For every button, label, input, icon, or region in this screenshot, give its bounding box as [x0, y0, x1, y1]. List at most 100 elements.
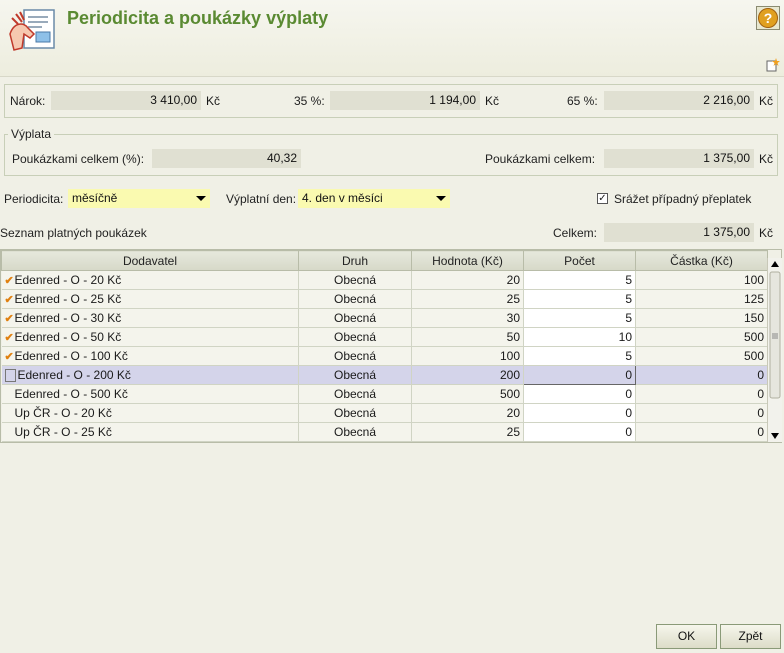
back-button[interactable]: Zpět: [720, 624, 781, 649]
column-header-hodnota[interactable]: Hodnota (Kč): [411, 250, 524, 271]
vyplata-legend: Výplata: [8, 127, 55, 141]
narok-value: 3 410,00: [51, 91, 201, 110]
cell-druh: Obecná: [298, 403, 412, 423]
cell-dodavatel: ✔Edenred - O - 100 Kč: [1, 346, 299, 366]
dodavatel-text: Edenred - O - 30 Kč: [14, 311, 122, 325]
cell-dodavatel: ✔Edenred - O - 30 Kč: [1, 308, 299, 328]
cell-castka: 0: [635, 422, 768, 442]
cell-hodnota: 500: [411, 384, 524, 404]
check-icon: ✔: [4, 332, 14, 344]
cell-hodnota: 200: [411, 365, 524, 385]
cell-castka: 125: [635, 289, 768, 309]
chevron-down-icon: [196, 196, 206, 201]
periodicita-select[interactable]: měsíčně: [68, 189, 210, 208]
cell-castka: 500: [635, 327, 768, 347]
new-document-icon[interactable]: [766, 58, 780, 72]
vyplatni-den-select[interactable]: 4. den v měsíci: [298, 189, 450, 208]
narok-label: Nárok:: [10, 94, 46, 108]
cell-druh: Obecná: [298, 365, 412, 385]
p35-value: 1 194,00: [330, 91, 480, 110]
cell-castka: 150: [635, 308, 768, 328]
cell-dodavatel: Edenred - O - 500 Kč: [1, 384, 299, 404]
column-header-pocet[interactable]: Počet: [523, 250, 636, 271]
table-row[interactable]: ✔Edenred - O - 30 Kč Obecná 30 5 150: [1, 308, 768, 328]
cell-castka: 100: [635, 270, 768, 290]
cell-druh: Obecná: [298, 270, 412, 290]
cell-pocet-input[interactable]: 10: [523, 327, 636, 347]
cell-dodavatel: Edenred - O - 200 Kč: [1, 365, 299, 385]
cell-dodavatel: Up ČR - O - 25 Kč: [1, 422, 299, 442]
voucher-table: Dodavatel Druh Hodnota (Kč) Počet Částka…: [0, 249, 782, 443]
cell-castka: 0: [635, 403, 768, 423]
cell-hodnota: 20: [411, 270, 524, 290]
dodavatel-text: Up ČR - O - 25 Kč: [14, 425, 112, 439]
cell-druh: Obecná: [298, 384, 412, 404]
srazet-checkbox[interactable]: ✓: [597, 193, 608, 204]
cell-druh: Obecná: [298, 289, 412, 309]
dodavatel-text: Up ČR - O - 20 Kč: [14, 406, 112, 420]
dodavatel-text: Edenred - O - 500 Kč: [14, 387, 128, 401]
table-row[interactable]: ✔Edenred - O - 25 Kč Obecná 25 5 125: [1, 289, 768, 309]
table-row[interactable]: ✔Edenred - O - 100 Kč Obecná 100 5 500: [1, 346, 768, 366]
cell-pocet-input[interactable]: 0: [523, 384, 636, 404]
cell-hodnota: 25: [411, 289, 524, 309]
cell-druh: Obecná: [298, 308, 412, 328]
help-button[interactable]: ?: [756, 6, 780, 30]
scroll-up-icon: [771, 261, 779, 267]
srazet-label: Srážet případný přeplatek: [614, 192, 752, 206]
table-row[interactable]: Edenred - O - 500 Kč Obecná 500 0 0: [1, 384, 768, 404]
p35-label: 35 %:: [294, 94, 325, 108]
table-row[interactable]: Up ČR - O - 25 Kč Obecná 25 0 0: [1, 422, 768, 442]
cell-pocet-input[interactable]: 5: [523, 346, 636, 366]
table-row[interactable]: Edenred - O - 200 Kč Obecná 200 0 0: [1, 365, 768, 385]
dodavatel-text: Edenred - O - 25 Kč: [14, 292, 122, 306]
cell-pocet-input[interactable]: 5: [523, 308, 636, 328]
cell-pocet-input[interactable]: 0: [523, 365, 636, 385]
cell-hodnota: 50: [411, 327, 524, 347]
dodavatel-text: Edenred - O - 50 Kč: [14, 330, 122, 344]
celkem-label: Celkem:: [553, 226, 598, 240]
cell-pocet-input[interactable]: 5: [523, 270, 636, 290]
p65-value: 2 216,00: [604, 91, 754, 110]
vyplata-total-value: 1 375,00: [604, 149, 754, 168]
dodavatel-text: Edenred - O - 20 Kč: [14, 273, 122, 287]
periodicita-label: Periodicita:: [4, 192, 64, 206]
table-row[interactable]: ✔Edenred - O - 20 Kč Obecná 20 5 100: [1, 270, 768, 290]
vyplata-total-currency: Kč: [759, 152, 774, 166]
cell-pocet-input[interactable]: 5: [523, 289, 636, 309]
cell-druh: Obecná: [298, 346, 412, 366]
cell-castka: 500: [635, 346, 768, 366]
help-icon: ?: [758, 8, 778, 28]
celkem-currency: Kč: [759, 226, 774, 240]
p65-label: 65 %:: [567, 94, 598, 108]
cell-druh: Obecná: [298, 327, 412, 347]
cell-hodnota: 25: [411, 422, 524, 442]
celkem-value: 1 375,00: [604, 223, 754, 242]
check-icon: ✔: [4, 275, 14, 287]
cell-castka: 0: [635, 384, 768, 404]
vyplatni-den-value: 4. den v měsíci: [302, 191, 383, 205]
check-icon: ✔: [4, 313, 14, 325]
column-header-castka[interactable]: Částka (Kč): [635, 250, 768, 271]
cell-druh: Obecná: [298, 422, 412, 442]
vyplata-pct-label: Poukázkami celkem (%):: [12, 152, 145, 166]
ok-button[interactable]: OK: [656, 624, 717, 649]
dodavatel-text: Edenred - O - 200 Kč: [17, 367, 131, 382]
table-row[interactable]: ✔Edenred - O - 50 Kč Obecná 50 10 500: [1, 327, 768, 347]
table-row[interactable]: Up ČR - O - 20 Kč Obecná 20 0 0: [1, 403, 768, 423]
cell-dodavatel: ✔Edenred - O - 20 Kč: [1, 270, 299, 290]
check-icon: ✔: [4, 351, 14, 363]
cell-pocet-input[interactable]: 0: [523, 403, 636, 423]
row-selector[interactable]: [4, 369, 16, 383]
column-header-dodavatel[interactable]: Dodavatel: [1, 250, 299, 271]
scroll-down-icon: [771, 433, 779, 439]
cell-dodavatel: Up ČR - O - 20 Kč: [1, 403, 299, 423]
vyplata-pct-value: 40,32: [152, 149, 301, 168]
voucher-grid: Dodavatel Druh Hodnota (Kč) Počet Částka…: [1, 250, 768, 442]
cell-dodavatel: ✔Edenred - O - 50 Kč: [1, 327, 299, 347]
table-scrollbar[interactable]: [767, 258, 782, 442]
list-title: Seznam platných poukázek: [0, 226, 147, 240]
cell-pocet-input[interactable]: 0: [523, 422, 636, 442]
column-header-druh[interactable]: Druh: [298, 250, 412, 271]
dodavatel-text: Edenred - O - 100 Kč: [14, 349, 128, 363]
